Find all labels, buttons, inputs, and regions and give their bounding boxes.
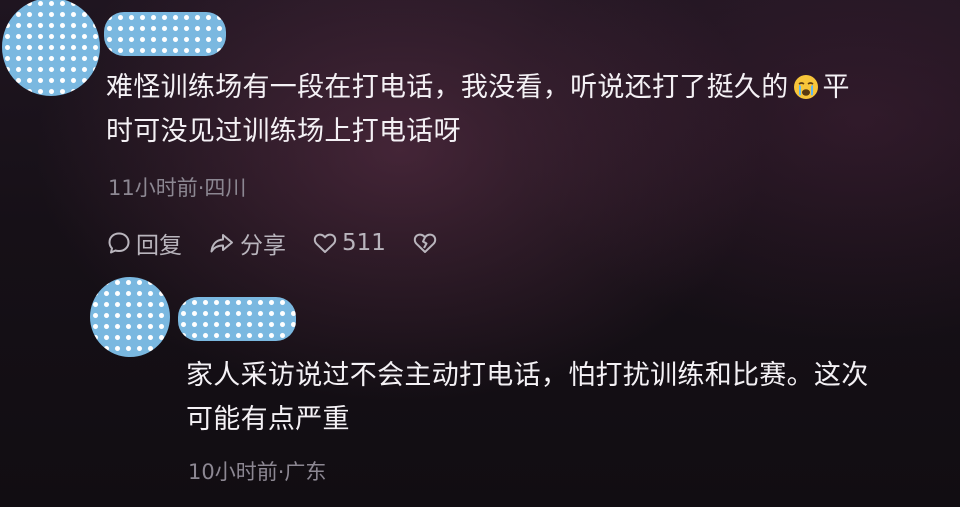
comment-text-line: 平 — [822, 72, 850, 103]
avatar[interactable] — [2, 0, 100, 96]
like-button[interactable]: 511 — [312, 230, 386, 256]
reply-button[interactable]: 回复 — [106, 226, 182, 260]
share-label: 分享 — [240, 233, 286, 259]
username-redacted[interactable] — [178, 297, 296, 341]
avatar[interactable] — [90, 277, 170, 357]
comment-timestamp-location: 11小时前·四川 — [108, 176, 247, 200]
comment-text-line: 难怪训练场有一段在打电话，我没看，听说还打了挺久的 — [106, 72, 789, 103]
heart-icon — [313, 233, 337, 253]
comment-text-line: 可能有点严重 — [186, 404, 350, 435]
broken-heart-icon — [413, 233, 437, 253]
share-button[interactable]: 分享 — [208, 226, 286, 260]
reply-comment-text: 家人采访说过不会主动打电话，怕打扰训练和比赛。这次 可能有点严重 — [186, 354, 956, 442]
dislike-button[interactable] — [412, 230, 442, 256]
username-redacted[interactable] — [104, 12, 226, 56]
comment-actions: 回复 分享 511 — [106, 226, 468, 260]
like-count: 511 — [342, 230, 386, 256]
reply-timestamp-location: 10小时前·广东 — [188, 460, 327, 484]
comment-text: 难怪训练场有一段在打电话，我没看，听说还打了挺久的 平 时可没见过训练场上打电话… — [106, 66, 952, 154]
comment-text-line: 时可没见过训练场上打电话呀 — [106, 116, 461, 147]
reply-label: 回复 — [136, 233, 182, 259]
share-arrow-icon — [210, 234, 233, 253]
reply-bubble-icon — [108, 232, 130, 254]
comment-text-line: 家人采访说过不会主动打电话，怕打扰训练和比赛。这次 — [186, 360, 869, 391]
crying-face-icon — [793, 75, 818, 99]
